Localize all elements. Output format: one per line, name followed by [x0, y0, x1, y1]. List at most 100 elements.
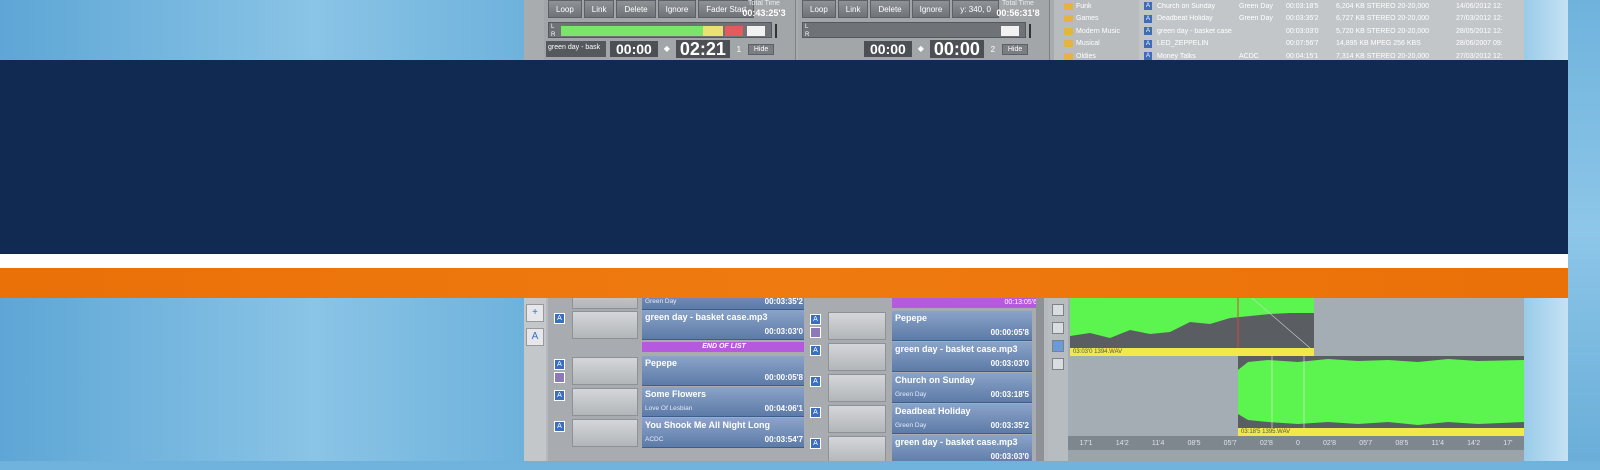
audio-icon: A — [810, 407, 821, 418]
waveform-tool-button[interactable] — [1052, 304, 1064, 316]
folder-item[interactable]: Modern Music — [1064, 25, 1139, 38]
ignore-button[interactable]: Ignore — [657, 0, 697, 18]
library-format: 6,727 KB STEREO 20-20,000 — [1336, 15, 1429, 23]
loop-button[interactable]: Loop — [802, 0, 836, 18]
total-time-value: 00:43:25'3 — [742, 8, 786, 18]
item-duration: 00:03:03'0 — [764, 327, 803, 336]
banner-orange-stripe — [0, 268, 1568, 298]
library-date: 14/06/2012 12: — [1456, 2, 1503, 10]
deck-1-transport: green day - bask 00:00 ◆ 02:21 1 Hide — [546, 40, 775, 58]
audio-file-icon: A — [1144, 2, 1152, 11]
waveform-1 — [1070, 298, 1314, 348]
audio-icon: A — [554, 390, 565, 401]
ruler-tick: 0 — [1295, 439, 1300, 447]
waveform-tool-button[interactable] — [1052, 358, 1064, 370]
folder-item[interactable]: Games — [1064, 13, 1139, 26]
library-date: 28/06/2007 09: — [1456, 40, 1503, 48]
audio-icon: A — [810, 345, 821, 356]
deck-number: 1 — [736, 44, 742, 54]
playlist-item[interactable]: A Some Flowers Love Of Lesbian 00:04:06'… — [548, 387, 810, 417]
folder-tree: Funk Games Modern Music Musical Oldies — [1054, 0, 1139, 60]
folder-label: Funk — [1076, 2, 1092, 10]
item-thumbnail — [572, 357, 638, 385]
folder-icon — [1064, 15, 1073, 23]
waveform-tool-button[interactable] — [1052, 340, 1064, 352]
library-row[interactable]: A Church on Sunday Green Day 00:03:18'5 … — [1139, 0, 1524, 13]
playlist-item[interactable]: A Deadbeat Holiday Green Day 00:03:35'2 — [804, 404, 1044, 434]
library-row[interactable]: A green day - basket case 00:03:03'0 5,7… — [1139, 25, 1524, 38]
item-duration: 00:03:03'0 — [990, 452, 1029, 461]
playlist-1: Green Day 00:03:35'2 A green day - baske… — [548, 280, 810, 461]
ruler-tick: 17'1 — [1079, 439, 1093, 447]
deck-1-total-time: Total Time 00:43:25'3 — [737, 0, 791, 18]
item-artist: ACDC — [645, 436, 664, 443]
ruler-tick: 14'2 — [1467, 439, 1481, 447]
item-title: Pepepe — [895, 313, 928, 323]
end-of-list-marker: END OF LIST — [642, 342, 806, 352]
swap-arrows-icon[interactable]: ◆ — [916, 44, 926, 54]
channel-r-label: R — [805, 32, 810, 38]
level-green — [561, 26, 703, 36]
playlist-item[interactable]: A Church on Sunday Green Day 00:03:18'5 — [804, 373, 1044, 403]
waveform-tool-button[interactable] — [1052, 322, 1064, 334]
loop-button[interactable]: Loop — [548, 0, 582, 18]
playlist-item[interactable]: A green day - basket case.mp3 00:03:03'0 — [548, 310, 810, 340]
playlist-item[interactable]: A green day - basket case.mp3 00:03:03'0 — [804, 342, 1044, 372]
playlist-item[interactable]: A You Shook Me All Night Long ACDC 00:03… — [548, 418, 810, 448]
folder-item[interactable]: Funk — [1064, 0, 1139, 13]
ruler-tick: 08'5 — [1187, 439, 1201, 447]
folder-icon — [1064, 27, 1073, 35]
link-button[interactable]: Link — [837, 0, 869, 18]
library-format: 5,720 KB STEREO 20-20,000 — [1336, 27, 1429, 35]
item-artist: Green Day — [645, 298, 677, 305]
playlist-item[interactable]: A Pepepe 00:00:05'8 — [548, 356, 810, 386]
item-title: green day - basket case.mp3 — [895, 344, 1018, 354]
deck-1-buttons: Loop Link Delete Ignore Fader Start — [548, 0, 755, 20]
library-row[interactable]: A LED_ZEPPELIN 00:07:56'7 14,895 KB MPEG… — [1139, 38, 1524, 51]
audio-icon: A — [810, 376, 821, 387]
deck-1: Loop Link Delete Ignore Fader Start Tota… — [544, 0, 796, 60]
waveform-toolbar — [1048, 298, 1068, 461]
audio-clip-1[interactable]: 03:03'0 1394.WAV — [1070, 298, 1314, 356]
library-title: Money Talks — [1157, 52, 1196, 60]
ruler-tick: 11'4 — [1431, 439, 1445, 447]
ruler-tick: 05'7 — [1359, 439, 1373, 447]
item-body: green day - basket case.mp3 00:03:03'0 — [892, 342, 1032, 372]
channel-r-label: R — [551, 32, 556, 38]
folder-item[interactable]: Musical — [1064, 38, 1139, 51]
item-body: green day - basket case.mp3 00:03:03'0 — [642, 310, 806, 340]
library-list: A Church on Sunday Green Day 00:03:18'5 … — [1139, 0, 1524, 61]
library-row[interactable]: A Deadbeat Holiday Green Day 00:03:35'2 … — [1139, 13, 1524, 26]
playlist-2: 00:13:05'6 A Pepepe 00:00:05'8 A green d… — [804, 298, 1044, 461]
audio-clip-2[interactable]: 03:18'5 1395.WAV — [1238, 356, 1524, 436]
playlist-item[interactable]: A green day - basket case.mp3 00:03:03'0 — [804, 435, 1044, 461]
add-track-icon[interactable]: + — [526, 304, 544, 322]
deck-2-transport: 00:00 ◆ 00:00 2 Hide — [864, 40, 1029, 58]
library-length: 00:03:35'2 — [1286, 15, 1319, 23]
audio-file-icon: A — [1144, 14, 1152, 23]
item-duration: 00:00:05'8 — [764, 373, 803, 382]
playlist-item[interactable]: A Pepepe 00:00:05'8 — [804, 311, 1044, 341]
hide-button[interactable]: Hide — [747, 43, 775, 55]
link-button[interactable]: Link — [583, 0, 615, 18]
remaining-time: 00:00 — [929, 40, 984, 58]
ignore-button[interactable]: Ignore — [911, 0, 951, 18]
item-thumbnail — [828, 436, 886, 461]
library-title: Church on Sunday — [1157, 2, 1215, 10]
ruler-tick: 02'8 — [1323, 439, 1337, 447]
audio-tool-icon[interactable]: A — [526, 328, 544, 346]
item-body: Pepepe 00:00:05'8 — [892, 311, 1032, 341]
hide-button[interactable]: Hide — [1001, 43, 1029, 55]
audio-icon: A — [554, 359, 565, 370]
delete-button[interactable]: Delete — [616, 0, 656, 18]
delete-button[interactable]: Delete — [870, 0, 910, 18]
elapsed-time: 00:00 — [864, 41, 912, 57]
item-thumbnail — [572, 419, 638, 447]
playlist-scrollbar[interactable] — [1036, 298, 1044, 461]
deck-2-level-meter: L R — [802, 22, 1031, 38]
clip-2-label: 03:18'5 1395.WAV — [1238, 428, 1524, 436]
folder-label: Games — [1076, 15, 1099, 23]
swap-arrows-icon[interactable]: ◆ — [662, 44, 672, 54]
channel-l-label: L — [551, 24, 555, 30]
item-thumbnail — [572, 388, 638, 416]
